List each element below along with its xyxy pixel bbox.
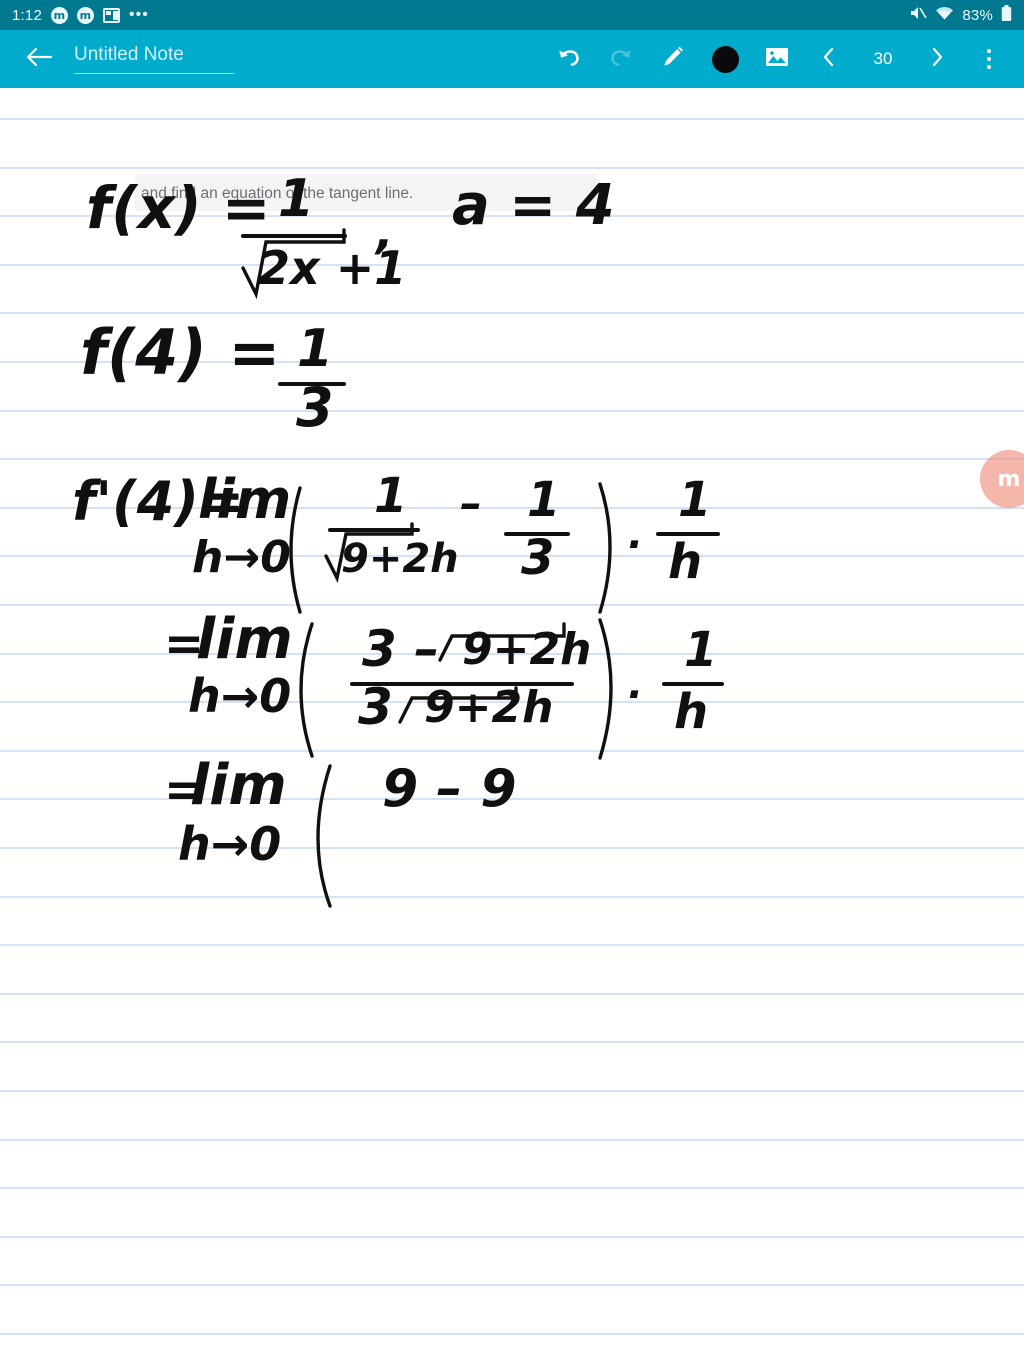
chevron-left-icon xyxy=(821,46,837,73)
more-notifications-icon: ••• xyxy=(129,6,149,23)
volume-mute-icon xyxy=(909,5,928,25)
insert-image-icon xyxy=(764,45,790,74)
svg-text:a = 4: a = 4 xyxy=(452,173,615,238)
insert-image-button[interactable] xyxy=(762,44,792,74)
svg-text:1: 1 xyxy=(527,472,560,528)
svg-text:lim: lim xyxy=(198,468,291,531)
redo-icon xyxy=(608,46,634,73)
svg-text:3 –: 3 – xyxy=(362,620,439,678)
note-title-text[interactable]: Untitled Note xyxy=(74,44,234,74)
svg-text:3: 3 xyxy=(358,678,393,736)
pencil-icon xyxy=(660,44,686,75)
overflow-menu-button[interactable] xyxy=(974,44,1004,74)
svg-text:h→0: h→0 xyxy=(178,817,281,871)
svg-text:f(x) =: f(x) = xyxy=(86,174,270,242)
status-time: 1:12 xyxy=(12,6,42,24)
screenshot-icon xyxy=(103,7,120,23)
status-bar: 1:12 m m ••• 83% xyxy=(0,0,1024,30)
svg-text:h→0: h→0 xyxy=(188,669,291,723)
overflow-menu-icon xyxy=(987,49,991,69)
svg-text:.: . xyxy=(628,662,643,708)
status-bar-right: 83% xyxy=(909,4,1012,26)
handwriting-line-3: f'(4)= lim h→0 1 9+2h – 1 3 . 1 h xyxy=(72,468,720,614)
svg-text:f(4) =: f(4) = xyxy=(80,316,280,389)
handwriting-line-5: = lim h→0 9 – 9 xyxy=(164,753,517,908)
page-number[interactable]: 30 xyxy=(866,49,900,69)
svg-text:h→0: h→0 xyxy=(192,532,291,583)
handwriting-line-4: = lim h→0 3 – 9+2h 3 9+2h . 1 h xyxy=(164,607,724,760)
prev-page-button[interactable] xyxy=(814,44,844,74)
wifi-icon xyxy=(935,6,954,25)
svg-text:.: . xyxy=(628,512,643,558)
color-swatch-button[interactable] xyxy=(710,44,740,74)
svg-text:3: 3 xyxy=(296,376,334,439)
undo-icon xyxy=(556,46,582,73)
app-badge-m-icon: m xyxy=(51,6,68,24)
svg-text:h: h xyxy=(674,684,708,740)
undo-button[interactable] xyxy=(554,44,584,74)
svg-text:h: h xyxy=(668,534,702,590)
svg-text:9+2h: 9+2h xyxy=(424,682,553,733)
note-canvas[interactable]: and find an equation of the tangent line… xyxy=(0,88,1024,1366)
note-title-field[interactable]: Untitled Note xyxy=(74,44,234,74)
svg-text:9 – 9: 9 – 9 xyxy=(382,759,517,819)
toolbar: 30 xyxy=(554,44,1008,74)
svg-text:–: – xyxy=(460,478,482,529)
svg-text:1: 1 xyxy=(374,468,407,524)
color-swatch-icon xyxy=(711,45,739,73)
battery-icon xyxy=(1001,4,1012,26)
svg-text:9+2h: 9+2h xyxy=(462,624,591,675)
status-bar-left: 1:12 m m ••• xyxy=(12,6,149,24)
svg-text:lim: lim xyxy=(196,607,293,672)
back-button[interactable] xyxy=(16,36,62,82)
back-arrow-icon xyxy=(25,45,53,74)
next-page-button[interactable] xyxy=(922,44,952,74)
redo-button[interactable] xyxy=(606,44,636,74)
svg-text:3: 3 xyxy=(521,530,554,586)
handwriting-line-1: f(x) = 1 2x +1 , a = 4 xyxy=(86,169,615,300)
svg-text:,: , xyxy=(374,205,393,259)
handwriting-layer: f(x) = 1 2x +1 , a = 4 f(4) = 1 3 f'(4)=… xyxy=(72,169,724,908)
svg-text:lim: lim xyxy=(190,753,287,818)
handwriting-line-2: f(4) = 1 3 xyxy=(80,316,346,439)
pen-button[interactable] xyxy=(658,44,688,74)
app-screen: 1:12 m m ••• 83% Untitled Note 30 and fi… xyxy=(0,0,1024,1366)
battery-percent: 83% xyxy=(962,6,993,24)
svg-text:1: 1 xyxy=(278,169,314,229)
app-badge-m-icon-2: m xyxy=(77,6,94,24)
svg-text:1: 1 xyxy=(678,472,711,528)
svg-text:1: 1 xyxy=(684,622,717,678)
svg-text:1: 1 xyxy=(297,319,333,379)
chevron-right-icon xyxy=(929,46,945,73)
svg-text:9+2h: 9+2h xyxy=(341,536,459,582)
app-bar: Untitled Note 30 xyxy=(0,30,1024,88)
